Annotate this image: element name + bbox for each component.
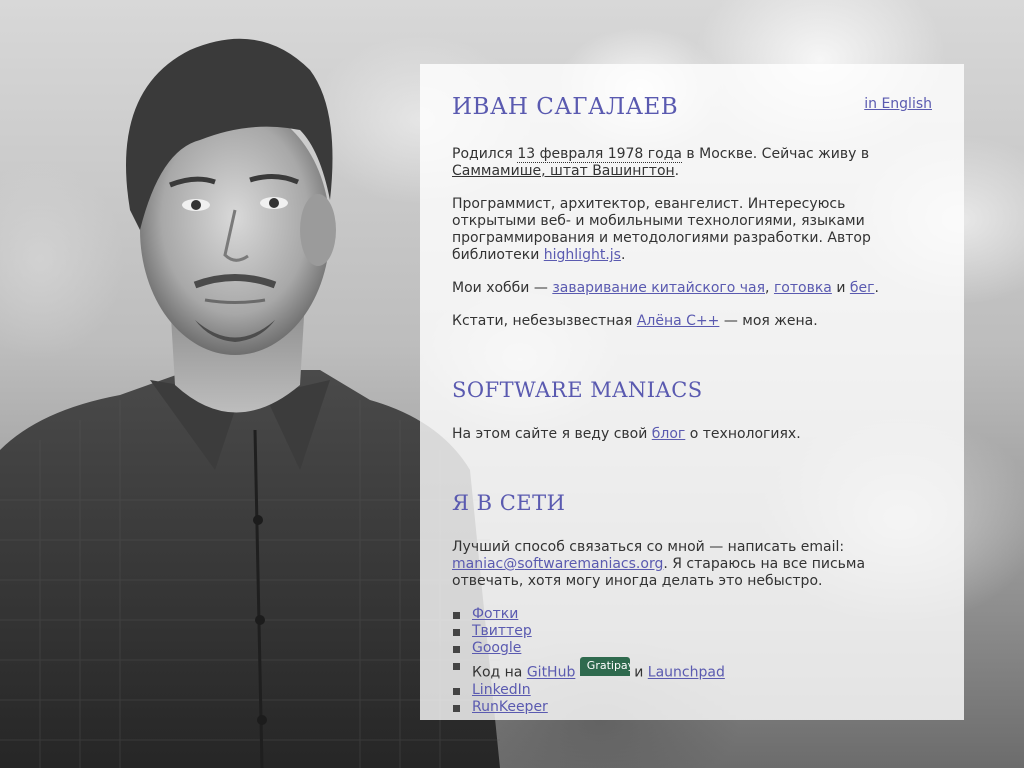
- email-link[interactable]: maniac@softwaremaniacs.org: [452, 556, 663, 572]
- born-prefix: Родился: [452, 146, 518, 162]
- google-link[interactable]: Google: [472, 640, 521, 656]
- list-item: Фотки: [452, 606, 932, 623]
- list-item: Твиттер: [452, 623, 932, 640]
- list-item: Google: [452, 640, 932, 657]
- list-item: LinkedIn: [452, 682, 932, 699]
- online-heading: Я В СЕТИ: [452, 491, 566, 515]
- blog-link[interactable]: блог: [652, 426, 686, 442]
- bio-work-paragraph: Программист, архитектор, евангелист. Инт…: [452, 196, 932, 264]
- hobby-sep-1: ,: [765, 280, 774, 296]
- launchpad-link[interactable]: Launchpad: [648, 665, 725, 681]
- github-link[interactable]: GitHub: [527, 665, 576, 681]
- language-switch-link[interactable]: in English: [864, 96, 932, 112]
- contact-prefix: Лучший способ связаться со мной — написа…: [452, 539, 845, 555]
- page-title: ИВАН САГАЛАЕВ: [452, 94, 679, 120]
- twitter-link[interactable]: Твиттер: [472, 623, 532, 639]
- born-suffix: .: [674, 163, 680, 179]
- content-panel: in English ИВАН САГАЛАЕВ Родился 13 февр…: [420, 64, 964, 720]
- list-item: Код на GitHub Gratipay и Launchpad: [452, 657, 932, 682]
- cooking-link[interactable]: готовка: [774, 280, 832, 296]
- contact-paragraph: Лучший способ связаться со мной — написа…: [452, 539, 932, 590]
- linkedin-link[interactable]: LinkedIn: [472, 682, 531, 698]
- hobby-suffix: .: [874, 280, 879, 296]
- bio-hobby-paragraph: Мои хобби — заваривание китайского чая, …: [452, 280, 932, 297]
- social-links-list: Фотки Твиттер Google Код на GitHub Grati…: [452, 606, 932, 716]
- work-text: Программист, архитектор, евангелист. Инт…: [452, 196, 871, 263]
- wife-prefix: Кстати, небезызвестная: [452, 313, 637, 329]
- born-mid: в Москве. Сейчас живу в: [681, 146, 870, 162]
- bio-wife-paragraph: Кстати, небезызвестная Алёна C++ — моя ж…: [452, 313, 932, 330]
- gratipay-button[interactable]: Gratipay: [579, 657, 630, 676]
- hobby-prefix: Мои хобби —: [452, 280, 553, 296]
- hobby-sep-2: и: [831, 280, 850, 296]
- photos-link[interactable]: Фотки: [472, 606, 518, 622]
- runkeeper-link[interactable]: RunKeeper: [472, 699, 548, 715]
- maniacs-heading: SOFTWARE MANIACS: [452, 378, 703, 402]
- code-and: и: [629, 664, 648, 681]
- running-link[interactable]: бег: [850, 280, 875, 296]
- bio-born-paragraph: Родился 13 февраля 1978 года в Москве. С…: [452, 146, 932, 180]
- highlightjs-link[interactable]: highlight.js: [544, 247, 621, 263]
- wife-suffix: — моя жена.: [719, 313, 818, 329]
- alena-cpp-link[interactable]: Алёна C++: [637, 313, 720, 329]
- work-suffix: .: [620, 247, 626, 263]
- list-item: RunKeeper: [452, 699, 932, 716]
- born-place-link[interactable]: Саммамише, штат Вашингтон: [452, 163, 675, 179]
- maniacs-suffix: о технологиях.: [685, 426, 801, 442]
- born-date: 13 февраля 1978 года: [517, 146, 682, 163]
- code-prefix: Код на: [472, 664, 527, 681]
- maniacs-paragraph: На этом сайте я веду свой блог о техноло…: [452, 426, 932, 443]
- maniacs-prefix: На этом сайте я веду свой: [452, 426, 652, 442]
- tea-link[interactable]: заваривание китайского чая: [552, 280, 765, 296]
